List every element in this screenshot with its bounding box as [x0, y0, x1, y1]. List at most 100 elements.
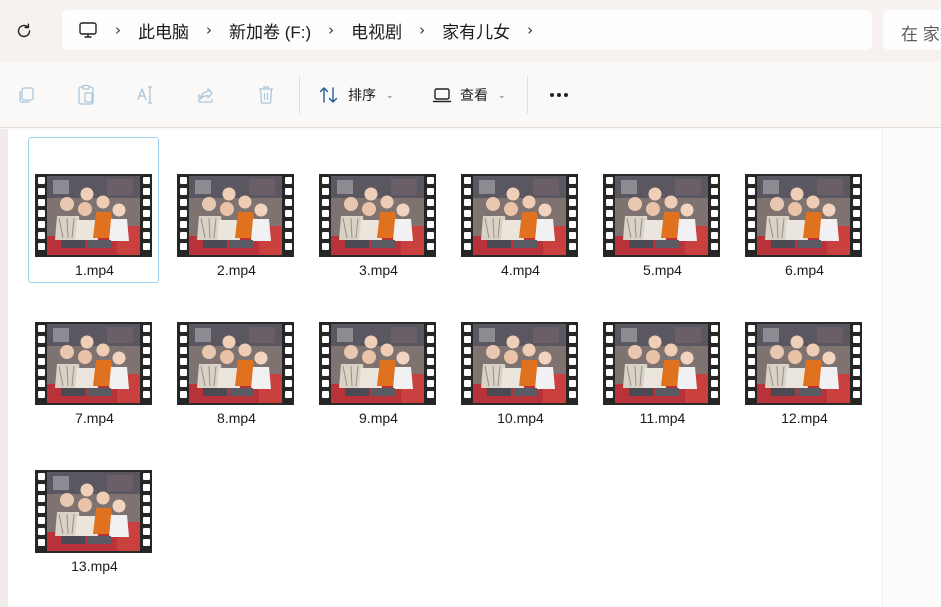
file-item[interactable]: 7.mp4 [28, 285, 159, 431]
thumbnail [757, 176, 850, 255]
chevron-right-icon[interactable]: › [512, 21, 548, 39]
refresh-button[interactable] [10, 17, 38, 45]
film-hole [322, 188, 329, 195]
film-hole [711, 210, 718, 217]
film-hole [143, 177, 150, 184]
film-hole [569, 232, 576, 239]
film-hole [38, 336, 45, 343]
file-name: 7.mp4 [75, 410, 114, 426]
file-name: 4.mp4 [501, 262, 540, 278]
film-hole [285, 336, 292, 343]
film-hole [322, 210, 329, 217]
file-item[interactable]: 1.mp4 [28, 137, 159, 283]
rename-icon [137, 86, 152, 104]
film-hole [322, 232, 329, 239]
thumbnail [189, 324, 282, 403]
film-hole [711, 380, 718, 387]
file-item[interactable]: 3.mp4 [312, 137, 443, 283]
thumbnail [331, 176, 424, 255]
toolbar-divider [299, 76, 300, 114]
film-strip-left [319, 174, 331, 257]
video-thumbnail-image [615, 176, 708, 255]
file-name: 5.mp4 [643, 262, 682, 278]
file-name: 8.mp4 [217, 410, 256, 426]
film-strip-left [177, 322, 189, 405]
film-hole [143, 358, 150, 365]
file-name: 10.mp4 [497, 410, 544, 426]
film-hole [464, 369, 471, 376]
film-hole [606, 380, 613, 387]
file-item[interactable]: 11.mp4 [596, 285, 727, 431]
film-hole [606, 369, 613, 376]
film-hole [569, 369, 576, 376]
file-item[interactable]: 9.mp4 [312, 285, 443, 431]
paste-button[interactable] [73, 82, 99, 108]
film-hole [464, 199, 471, 206]
monitor-icon [79, 22, 97, 38]
film-hole [143, 484, 150, 491]
film-hole [143, 325, 150, 332]
film-hole [569, 177, 576, 184]
chevron-right-icon[interactable]: › [404, 21, 440, 39]
film-hole [711, 177, 718, 184]
breadcrumb-item-this-pc[interactable]: 此电脑 [136, 18, 191, 43]
film-strip-left [319, 322, 331, 405]
film-hole [180, 325, 187, 332]
file-item[interactable]: 4.mp4 [454, 137, 585, 283]
chevron-right-icon[interactable]: › [100, 21, 136, 39]
film-hole [711, 391, 718, 398]
film-hole [322, 380, 329, 387]
video-file-icon [745, 322, 862, 405]
film-hole [464, 177, 471, 184]
delete-button[interactable] [253, 82, 279, 108]
film-hole [464, 336, 471, 343]
film-hole [38, 391, 45, 398]
film-hole [143, 495, 150, 502]
toolbar-divider [527, 76, 528, 114]
chevron-right-icon[interactable]: › [191, 21, 227, 39]
this-pc-button[interactable] [78, 19, 100, 41]
film-hole [853, 380, 860, 387]
film-hole [143, 528, 150, 535]
film-strip-right [708, 174, 720, 257]
film-hole [464, 380, 471, 387]
film-hole [38, 210, 45, 217]
film-hole [464, 325, 471, 332]
file-name: 12.mp4 [781, 410, 828, 426]
file-item[interactable]: 8.mp4 [170, 285, 301, 431]
file-item[interactable]: 2.mp4 [170, 137, 301, 283]
share-button[interactable] [193, 82, 219, 108]
refresh-icon [17, 23, 31, 38]
rename-button[interactable] [133, 82, 159, 108]
file-grid[interactable]: 1.mp4 2.mp4 3.mp4 4.mp4 5.mp4 6.mp4 7.mp4 8.mp4… [8, 129, 882, 607]
trash-icon [259, 86, 273, 104]
file-item[interactable]: 12.mp4 [738, 285, 869, 431]
sort-button[interactable]: 排序 ⌄ [318, 81, 394, 109]
more-dot [564, 93, 568, 97]
file-item[interactable]: 5.mp4 [596, 137, 727, 283]
view-button[interactable]: 查看 ⌄ [432, 81, 506, 109]
view-label: 查看 [460, 87, 488, 103]
breadcrumb-item-current-folder[interactable]: 家有儿女 [440, 18, 512, 43]
film-hole [711, 347, 718, 354]
more-options-button[interactable] [544, 82, 574, 108]
video-file-icon [35, 174, 152, 257]
film-hole [427, 221, 434, 228]
breadcrumb-item-drive[interactable]: 新加卷 (F:) [227, 18, 313, 43]
film-hole [38, 232, 45, 239]
film-hole [143, 347, 150, 354]
film-hole [569, 336, 576, 343]
chevron-right-icon[interactable]: › [313, 21, 349, 39]
film-hole [180, 221, 187, 228]
film-hole [38, 358, 45, 365]
file-item[interactable]: 6.mp4 [738, 137, 869, 283]
film-hole [38, 473, 45, 480]
file-item[interactable]: 10.mp4 [454, 285, 585, 431]
film-hole [427, 380, 434, 387]
search-input[interactable]: 在 家有儿女 中搜索 [883, 10, 941, 50]
file-item[interactable]: 13.mp4 [28, 433, 159, 579]
film-hole [285, 221, 292, 228]
breadcrumb[interactable]: › 此电脑 › 新加卷 (F:) › 电视剧 › 家有儿女 › [62, 10, 872, 50]
copy-button[interactable] [13, 82, 39, 108]
breadcrumb-item-tv-series[interactable]: 电视剧 [349, 18, 404, 43]
